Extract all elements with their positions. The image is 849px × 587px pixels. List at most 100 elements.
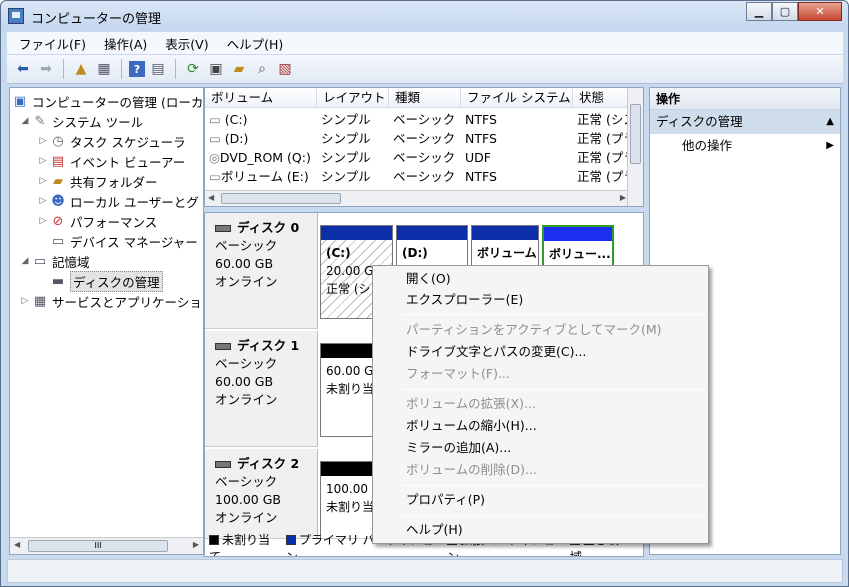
- menu-explorer[interactable]: エクスプローラー(E): [375, 289, 706, 311]
- navigation-tree: ▣ コンピューターの管理 (ローカ ◢ ✎ システム ツール ▷ ◷ タスク ス…: [9, 87, 204, 555]
- scroll-thumb[interactable]: III: [28, 540, 168, 552]
- properties-icon[interactable]: ▣: [206, 59, 226, 79]
- volume-row[interactable]: ▭ (D:) シンプル ベーシック NTFS 正常 (プラ: [205, 129, 629, 148]
- menu-view[interactable]: 表示(V): [153, 34, 214, 53]
- submenu-arrow-icon: ▶: [826, 140, 834, 151]
- column-file-system[interactable]: ファイル システム: [461, 88, 573, 107]
- volume-list: ボリューム レイアウト 種類 ファイル システム 状態 ▭ (C:) シンプル …: [204, 87, 644, 207]
- actions-disk-management[interactable]: ディスクの管理 ▲: [650, 110, 840, 134]
- column-volume[interactable]: ボリューム: [205, 88, 317, 107]
- tree-item-performance[interactable]: ▷ ⊘ パフォーマンス: [36, 211, 158, 231]
- expanded-arrow-icon[interactable]: ◢: [18, 256, 32, 266]
- scroll-right-icon[interactable]: ▶: [620, 193, 626, 202]
- volume-drive-icon: ▭: [209, 112, 225, 127]
- menu-mark-active: パーティションをアクティブとしてマーク(M): [406, 322, 662, 337]
- clock-icon: ◷: [52, 133, 64, 149]
- forward-icon[interactable]: ➡: [36, 59, 56, 79]
- scroll-thumb[interactable]: [221, 193, 341, 204]
- column-layout[interactable]: レイアウト: [317, 88, 389, 107]
- tree-item-task-scheduler[interactable]: ▷ ◷ タスク スケジューラ: [36, 131, 186, 151]
- actions-more-actions[interactable]: 他の操作 ▶: [650, 134, 840, 158]
- export-icon[interactable]: ▧: [275, 59, 295, 79]
- menu-open[interactable]: 開く(O): [375, 268, 706, 290]
- collapsed-arrow-icon[interactable]: ▷: [18, 296, 32, 306]
- users-icon: ☻: [51, 193, 65, 209]
- tree-item-services-applications[interactable]: ▷ ▦ サービスとアプリケーショ: [18, 291, 202, 311]
- minimize-button[interactable]: ▁: [746, 2, 772, 21]
- title-bar[interactable]: コンピューターの管理 ▁ ▢ ✕: [1, 1, 848, 31]
- maximize-button[interactable]: ▢: [772, 2, 798, 21]
- menu-shrink-volume[interactable]: ボリュームの縮小(H)...: [375, 415, 706, 437]
- menu-action[interactable]: 操作(A): [92, 34, 153, 53]
- legend-item: 未割り当て: [209, 532, 271, 557]
- tree-item-device-manager[interactable]: ▭ デバイス マネージャー: [50, 231, 198, 251]
- menu-format: フォーマット(F)...: [406, 366, 510, 381]
- search-icon[interactable]: ⌕: [252, 59, 272, 79]
- menu-properties[interactable]: プロパティ(P): [375, 489, 706, 511]
- status-bar: [7, 559, 843, 583]
- menu-file[interactable]: ファイル(F): [7, 34, 92, 53]
- column-status[interactable]: 状態: [573, 88, 629, 107]
- actions-header: 操作: [650, 88, 840, 110]
- shared-folder-icon: ▰: [53, 173, 63, 189]
- show-tree-icon[interactable]: ▦: [94, 59, 114, 79]
- volume-context-menu: 開く(O) エクスプローラー(E) パーティションをアクティブとしてマーク(M)…: [372, 265, 709, 544]
- disk-icon: [215, 460, 231, 468]
- open-icon[interactable]: ▰: [229, 59, 249, 79]
- disk-icon: [215, 224, 231, 232]
- tools-icon: ✎: [34, 113, 46, 129]
- collapsed-arrow-icon[interactable]: ▷: [36, 216, 50, 226]
- refresh-icon[interactable]: ⟳: [183, 59, 203, 79]
- disk-info[interactable]: ディスク 0 ベーシック 60.00 GB オンライン: [205, 213, 318, 329]
- tree-item-shared-folders[interactable]: ▷ ▰ 共有フォルダー: [36, 171, 158, 191]
- collapse-up-icon[interactable]: ▲: [826, 110, 834, 134]
- volume-vertical-scrollbar[interactable]: [627, 88, 643, 206]
- collapsed-arrow-icon[interactable]: ▷: [36, 176, 50, 186]
- expanded-arrow-icon[interactable]: ◢: [18, 116, 32, 126]
- tree-item-storage[interactable]: ◢ ▭ 記憶域: [18, 251, 90, 271]
- tree-item-system-tools[interactable]: ◢ ✎ システム ツール: [18, 111, 144, 131]
- help-icon[interactable]: ?: [129, 61, 145, 77]
- volume-drive-icon: ▭: [209, 169, 221, 184]
- device-manager-icon: ▭: [51, 233, 65, 249]
- scroll-thumb[interactable]: [630, 104, 641, 164]
- menu-help[interactable]: ヘルプ(H): [375, 519, 706, 541]
- tree-item-event-viewer[interactable]: ▷ ▤ イベント ビューアー: [36, 151, 186, 171]
- tree-horizontal-scrollbar[interactable]: ◀ III ▶: [10, 537, 203, 554]
- window-title: コンピューターの管理: [31, 12, 162, 27]
- volume-horizontal-scrollbar[interactable]: ◀ ▶: [205, 190, 629, 206]
- disk-management-icon: ▬: [51, 273, 65, 289]
- disk-icon: [215, 342, 231, 350]
- disk-info[interactable]: ディスク 1 ベーシック 60.00 GB オンライン: [205, 331, 318, 447]
- volume-drive-icon: ▭: [209, 131, 225, 146]
- menu-add-mirror[interactable]: ミラーの追加(A)...: [375, 437, 706, 459]
- tree-item-local-users[interactable]: ▷ ☻ ローカル ユーザーとグ: [36, 191, 199, 211]
- menu-change-drive-letter[interactable]: ドライブ文字とパスの変更(C)...: [375, 341, 706, 363]
- volume-row[interactable]: ◎DVD_ROM (Q:) シンプル ベーシック UDF 正常 (プラ: [205, 148, 629, 167]
- collapsed-arrow-icon[interactable]: ▷: [36, 156, 50, 166]
- back-icon[interactable]: ⬅: [13, 59, 33, 79]
- storage-icon: ▭: [33, 253, 47, 269]
- volume-list-header: ボリューム レイアウト 種類 ファイル システム 状態: [205, 88, 629, 108]
- menu-bar: ファイル(F) 操作(A) 表示(V) ヘルプ(H): [7, 32, 843, 54]
- up-icon[interactable]: ▲: [71, 59, 91, 79]
- menu-extend-volume: ボリュームの拡張(X)...: [406, 396, 536, 411]
- scroll-left-icon[interactable]: ◀: [208, 193, 214, 202]
- tree-item-disk-management[interactable]: ▬ ディスクの管理: [50, 270, 163, 292]
- scroll-right-icon[interactable]: ▶: [193, 540, 199, 549]
- collapsed-arrow-icon[interactable]: ▷: [36, 136, 50, 146]
- dvd-drive-icon: ◎: [209, 150, 220, 165]
- volume-row[interactable]: ▭ボリューム (E:) シンプル ベーシック NTFS 正常 (プラ: [205, 167, 629, 186]
- menu-help[interactable]: ヘルプ(H): [215, 34, 290, 53]
- collapsed-arrow-icon[interactable]: ▷: [36, 196, 50, 206]
- tree-item-computer-management[interactable]: ▣ コンピューターの管理 (ローカ: [12, 91, 204, 111]
- event-viewer-icon: ▤: [51, 153, 65, 169]
- performance-icon: ⊘: [52, 213, 64, 229]
- toolbar: ⬅ ➡ ▲ ▦ ? ▤ ⟳ ▣ ▰ ⌕ ▧: [7, 55, 843, 84]
- volume-row[interactable]: ▭ (C:) シンプル ベーシック NTFS 正常 (シス: [205, 110, 629, 129]
- scroll-left-icon[interactable]: ◀: [14, 540, 20, 549]
- close-button[interactable]: ✕: [798, 2, 842, 21]
- column-type[interactable]: 種類: [389, 88, 461, 107]
- show-action-icon[interactable]: ▤: [148, 59, 168, 79]
- menu-delete-volume: ボリュームの削除(D)...: [406, 462, 537, 477]
